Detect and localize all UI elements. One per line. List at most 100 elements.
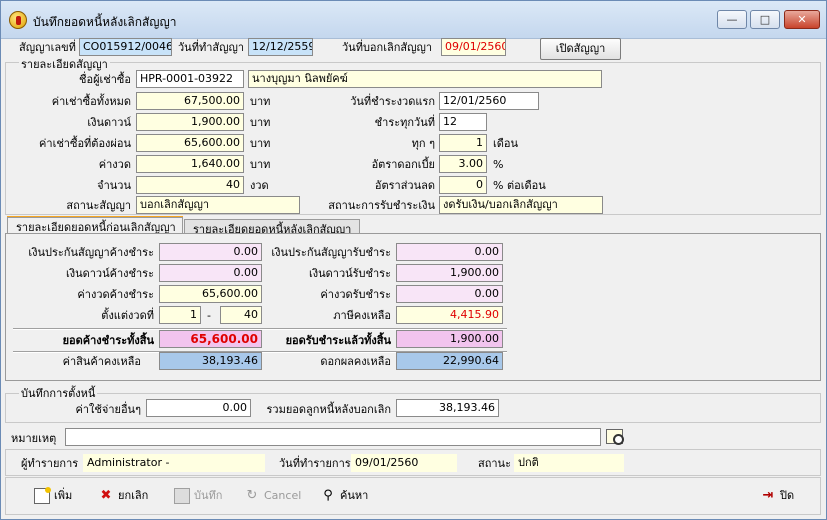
baht-unit: บาท [250,158,271,171]
contract-date-field[interactable]: 12/12/2559 [248,38,313,56]
down-owed-field[interactable]: 0.00 [159,264,262,282]
receive-status-field[interactable]: งดรับเงิน/บอกเลิกสัญญา [439,196,603,214]
red-x-icon: ✖ [100,488,112,503]
down-owed-label: เงินดาวน์ค้างชำระ [65,267,154,280]
disk-icon [174,488,190,504]
save-button[interactable]: บันทึก [174,486,222,506]
discount-field[interactable]: 0 [439,176,487,194]
total-paid-label: ยอดรับชำระแล้วทั้งสิ้น [285,334,391,347]
down-paid-field[interactable]: 1,900.00 [396,264,503,282]
deposit-owed-field[interactable]: 0.00 [159,243,262,261]
exit-door-icon: ⇥ [762,488,774,503]
receive-status-label: สถานะการรับชำระเงิน [328,199,435,212]
period-range-dash: - [207,309,211,322]
interest-label: อัตราดอกเบี้ย [371,158,435,171]
down-paid-label: เงินดาวน์รับชำระ [308,267,391,280]
count-label: จำนวน [97,179,131,192]
total-paid-field[interactable]: 1,900.00 [396,330,503,348]
first-pay-field[interactable]: 12/01/2560 [439,92,539,110]
contract-date-label: วันที่ทำสัญญา [178,41,245,54]
user-label: ผู้ทำรายการ [21,457,79,470]
percent-month-unit: % ต่อเดือน [493,179,546,192]
bottom-toolbar: เพิ่ม ✖ ยกเลิก บันทึก ↻ Cancel ⚲ ค้นหา ⇥ ปิด [5,477,821,515]
total-rent-field[interactable]: 67,500.00 [136,92,244,110]
from-period-field[interactable]: 1 [159,306,201,324]
search-button[interactable]: ⚲ ค้นหา [320,486,368,506]
new-page-icon [34,487,51,504]
maximize-button[interactable]: □ [750,10,780,29]
cancel-date-field[interactable]: 09/01/2560 [441,38,506,56]
total-debt-label: รวมยอดลูกหนี้หลังบอกเลิก [266,403,391,416]
deposit-owed-label: เงินประกันสัญญาค้างชำระ [28,246,154,259]
baht-unit: บาท [250,137,271,150]
cancel-record-label: ยกเลิก [118,489,149,502]
contract-no-field[interactable]: CO015912/0046 [79,38,172,56]
goods-remain-label: ค่าสินค้าคงเหลือ [62,355,141,368]
total-owed-field[interactable]: 65,600.00 [159,330,262,348]
hirer-label: ชื่อผู้เช่าซื้อ [79,73,131,86]
baht-unit: บาท [250,95,271,108]
discount-label: อัตราส่วนลด [374,179,435,192]
deposit-paid-field[interactable]: 0.00 [396,243,503,261]
month-unit: เดือน [493,137,519,150]
baht-unit: บาท [250,116,271,129]
save-button-label: บันทึก [194,489,223,502]
undo-button-label: Cancel [264,489,302,502]
title-bar: บันทึกยอดหนี้หลังเลิกสัญญา — □ ✕ [1,1,826,39]
main-window: บันทึกยอดหนี้หลังเลิกสัญญา — □ ✕ สัญญาเล… [0,0,827,520]
period-paid-label: ค่างวดรับชำระ [320,288,391,301]
to-period-field[interactable]: 40 [220,306,262,324]
note-label: หมายเหตุ [11,432,57,445]
cancel-date-label: วันที่บอกเลิกสัญญา [342,41,432,54]
interest-field[interactable]: 3.00 [439,155,487,173]
add-button[interactable]: เพิ่ม [34,486,72,506]
binoculars-icon: ⚲ [323,488,333,503]
app-icon [9,11,27,29]
note-lookup-icon[interactable] [606,429,624,445]
installment-rent-field[interactable]: 65,600.00 [136,134,244,152]
hirer-code-field[interactable]: HPR-0001-03922 [136,70,244,88]
undo-button[interactable]: ↻ Cancel [244,486,302,506]
interest-remain-field[interactable]: 22,990.64 [396,352,503,370]
tax-remain-field[interactable]: 4,415.90 [396,306,503,324]
period-unit: งวด [250,179,269,192]
close-button[interactable]: ⇥ ปิด [760,486,795,506]
every-label: ทุก ๆ [411,137,435,150]
state-label: สถานะ [478,457,511,470]
other-cost-label: ค่าใช้จ่ายอื่นๆ [75,403,141,416]
contract-details-title: รายละเอียดสัญญา [19,57,110,73]
contract-no-label: สัญญาเลขที่ [19,41,76,54]
note-field[interactable] [65,428,601,446]
close-button-label: ปิด [780,489,795,502]
total-debt-field[interactable]: 38,193.46 [396,399,499,417]
installment-rent-label: ค่าเช่าซื้อที่ต้องผ่อน [39,137,131,150]
open-contract-button[interactable]: เปิดสัญญา [540,38,621,60]
other-cost-field[interactable]: 0.00 [146,399,251,417]
goods-remain-field[interactable]: 38,193.46 [159,352,262,370]
down-field[interactable]: 1,900.00 [136,113,244,131]
per-period-field[interactable]: 1,640.00 [136,155,244,173]
cancel-record-button[interactable]: ✖ ยกเลิก [98,486,149,506]
hirer-name-field[interactable]: นางบุญมา นิลพยัคฆ์ [248,70,602,88]
search-button-label: ค้นหา [340,489,369,502]
interest-remain-label: ดอกผลคงเหลือ [320,355,391,368]
per-period-label: ค่างวด [98,158,131,171]
every-field[interactable]: 1 [439,134,487,152]
from-period-label: ตั้งแต่งวดที่ [101,309,154,322]
pay-day-field[interactable]: 12 [439,113,487,131]
minimize-button[interactable]: — [717,10,747,29]
first-pay-label: วันที่ชำระงวดแรก [350,95,435,108]
total-owed-label: ยอดค้างชำระทั้งสิ้น [62,334,154,347]
close-window-button[interactable]: ✕ [784,10,820,29]
period-paid-field[interactable]: 0.00 [396,285,503,303]
window-title: บันทึกยอดหนี้หลังเลิกสัญญา [33,15,177,29]
down-label: เงินดาวน์ [87,116,131,129]
state-field: ปกติ [514,454,624,472]
total-rent-label: ค่าเช่าซื้อทั้งหมด [51,95,131,108]
status-label: สถานะสัญญา [66,199,131,212]
period-owed-label: ค่างวดค้างชำระ [77,288,154,301]
period-owed-field[interactable]: 65,600.00 [159,285,262,303]
status-field[interactable]: บอกเลิกสัญญา [136,196,300,214]
add-button-label: เพิ่ม [54,489,73,502]
count-field[interactable]: 40 [136,176,244,194]
